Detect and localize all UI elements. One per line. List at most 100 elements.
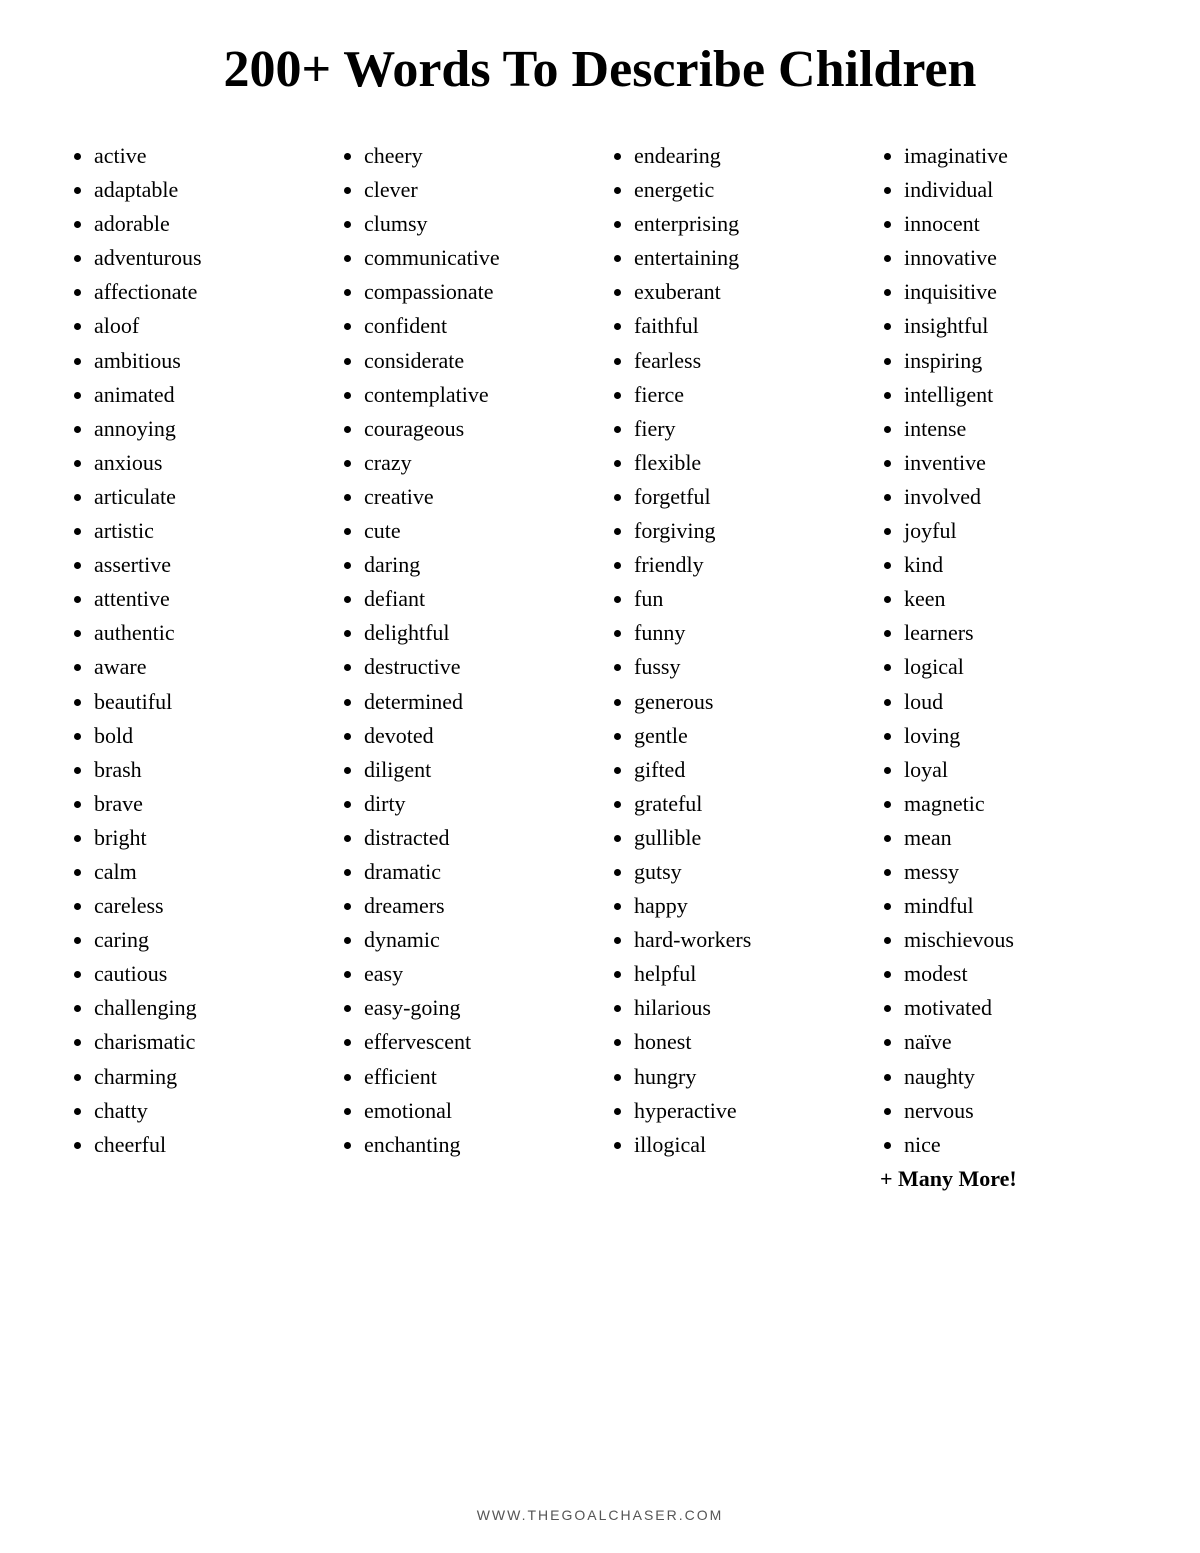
list-item: imaginative — [904, 139, 1130, 173]
list-item: fun — [634, 582, 860, 616]
list-item: emotional — [364, 1094, 590, 1128]
list-item: adorable — [94, 207, 320, 241]
list-item: faithful — [634, 309, 860, 343]
list-item: bold — [94, 719, 320, 753]
more-text: + Many More! — [880, 1166, 1130, 1192]
list-item: logical — [904, 650, 1130, 684]
list-item: individual — [904, 173, 1130, 207]
list-item: ambitious — [94, 344, 320, 378]
list-item: innocent — [904, 207, 1130, 241]
list-item: entertaining — [634, 241, 860, 275]
list-item: clumsy — [364, 207, 590, 241]
list-item: daring — [364, 548, 590, 582]
column-2: cheerycleverclumsycommunicativecompassio… — [330, 139, 600, 1477]
list-item: dreamers — [364, 889, 590, 923]
list-item: hungry — [634, 1060, 860, 1094]
list-item: keen — [904, 582, 1130, 616]
list-item: easy-going — [364, 991, 590, 1025]
column-4: imaginativeindividualinnocentinnovativei… — [870, 139, 1140, 1477]
list-item: beautiful — [94, 685, 320, 719]
list-item: challenging — [94, 991, 320, 1025]
word-list-1: activeadaptableadorableadventurousaffect… — [70, 139, 320, 1162]
list-item: endearing — [634, 139, 860, 173]
list-item: fierce — [634, 378, 860, 412]
list-item: attentive — [94, 582, 320, 616]
list-item: magnetic — [904, 787, 1130, 821]
word-list-4: imaginativeindividualinnocentinnovativei… — [880, 139, 1130, 1162]
list-item: modest — [904, 957, 1130, 991]
list-item: nervous — [904, 1094, 1130, 1128]
list-item: exuberant — [634, 275, 860, 309]
list-item: cute — [364, 514, 590, 548]
columns-container: activeadaptableadorableadventurousaffect… — [60, 139, 1140, 1477]
list-item: fiery — [634, 412, 860, 446]
column-1: activeadaptableadorableadventurousaffect… — [60, 139, 330, 1477]
word-list-3: endearingenergeticenterprisingentertaini… — [610, 139, 860, 1162]
list-item: honest — [634, 1025, 860, 1059]
list-item: articulate — [94, 480, 320, 514]
list-item: naïve — [904, 1025, 1130, 1059]
list-item: motivated — [904, 991, 1130, 1025]
list-item: loyal — [904, 753, 1130, 787]
list-item: enchanting — [364, 1128, 590, 1162]
list-item: caring — [94, 923, 320, 957]
list-item: destructive — [364, 650, 590, 684]
list-item: affectionate — [94, 275, 320, 309]
list-item: generous — [634, 685, 860, 719]
list-item: insightful — [904, 309, 1130, 343]
list-item: learners — [904, 616, 1130, 650]
list-item: illogical — [634, 1128, 860, 1162]
list-item: cheery — [364, 139, 590, 173]
list-item: determined — [364, 685, 590, 719]
list-item: forgetful — [634, 480, 860, 514]
list-item: careless — [94, 889, 320, 923]
list-item: brash — [94, 753, 320, 787]
list-item: loving — [904, 719, 1130, 753]
list-item: helpful — [634, 957, 860, 991]
list-item: crazy — [364, 446, 590, 480]
column-3: endearingenergeticenterprisingentertaini… — [600, 139, 870, 1477]
list-item: calm — [94, 855, 320, 889]
list-item: gutsy — [634, 855, 860, 889]
list-item: contemplative — [364, 378, 590, 412]
list-item: communicative — [364, 241, 590, 275]
list-item: diligent — [364, 753, 590, 787]
list-item: mindful — [904, 889, 1130, 923]
list-item: intelligent — [904, 378, 1130, 412]
list-item: effervescent — [364, 1025, 590, 1059]
list-item: charismatic — [94, 1025, 320, 1059]
list-item: forgiving — [634, 514, 860, 548]
list-item: adaptable — [94, 173, 320, 207]
list-item: grateful — [634, 787, 860, 821]
list-item: distracted — [364, 821, 590, 855]
list-item: happy — [634, 889, 860, 923]
list-item: courageous — [364, 412, 590, 446]
list-item: chatty — [94, 1094, 320, 1128]
list-item: friendly — [634, 548, 860, 582]
list-item: creative — [364, 480, 590, 514]
list-item: mean — [904, 821, 1130, 855]
list-item: fearless — [634, 344, 860, 378]
list-item: brave — [94, 787, 320, 821]
list-item: fussy — [634, 650, 860, 684]
list-item: bright — [94, 821, 320, 855]
list-item: inquisitive — [904, 275, 1130, 309]
list-item: gifted — [634, 753, 860, 787]
list-item: cautious — [94, 957, 320, 991]
list-item: clever — [364, 173, 590, 207]
list-item: active — [94, 139, 320, 173]
list-item: anxious — [94, 446, 320, 480]
list-item: hilarious — [634, 991, 860, 1025]
list-item: annoying — [94, 412, 320, 446]
list-item: gentle — [634, 719, 860, 753]
list-item: flexible — [634, 446, 860, 480]
list-item: hard-workers — [634, 923, 860, 957]
list-item: aloof — [94, 309, 320, 343]
list-item: authentic — [94, 616, 320, 650]
list-item: dynamic — [364, 923, 590, 957]
list-item: inspiring — [904, 344, 1130, 378]
list-item: joyful — [904, 514, 1130, 548]
list-item: energetic — [634, 173, 860, 207]
list-item: involved — [904, 480, 1130, 514]
list-item: compassionate — [364, 275, 590, 309]
